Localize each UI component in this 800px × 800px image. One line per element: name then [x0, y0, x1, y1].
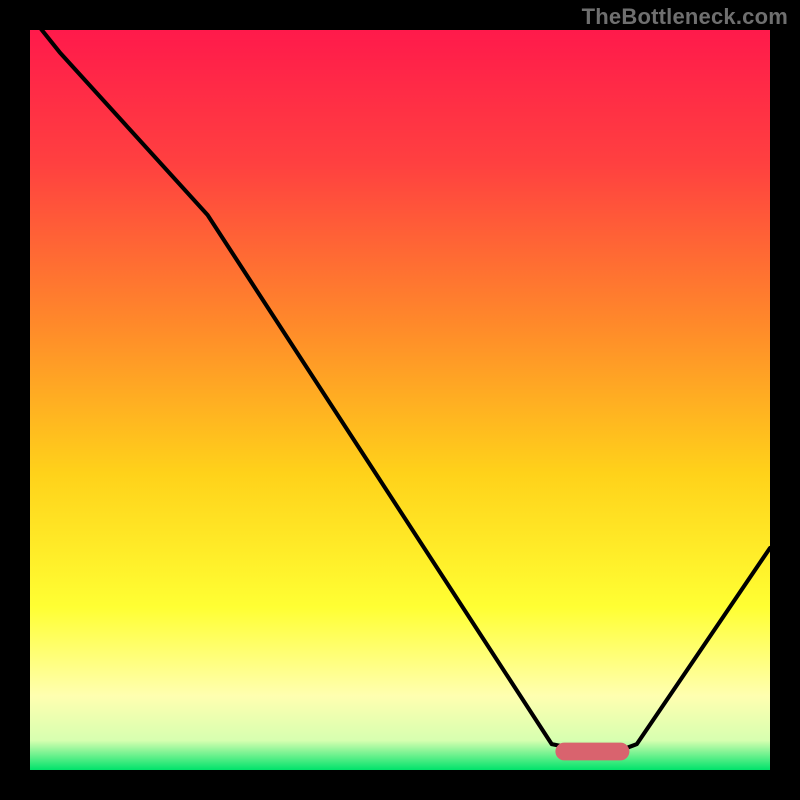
bottleneck-chart: [30, 30, 770, 770]
watermark-text: TheBottleneck.com: [582, 4, 788, 30]
optimal-marker: [555, 743, 629, 761]
chart-frame: TheBottleneck.com: [0, 0, 800, 800]
